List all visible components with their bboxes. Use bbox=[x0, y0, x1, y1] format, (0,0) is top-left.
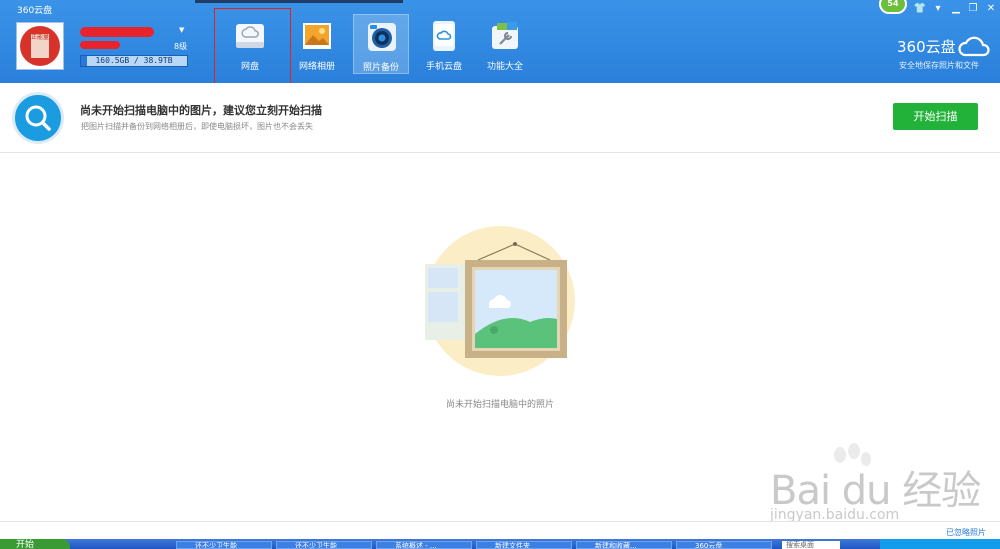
empty-photo-illustration bbox=[425, 226, 575, 376]
taskbar-task[interactable]: 还不少卫生能 bbox=[276, 541, 372, 549]
ignored-photos-link[interactable]: 已忽略照片 bbox=[946, 527, 986, 538]
caret-icon[interactable]: ▾ bbox=[931, 3, 945, 14]
nav-label: 功能大全 bbox=[486, 62, 523, 72]
brand-name: 360云盘 bbox=[897, 38, 956, 56]
taskbar-task[interactable]: 还不少卫生能 bbox=[176, 541, 272, 549]
annotation-highlight-box bbox=[214, 8, 291, 90]
nav-photo-backup[interactable]: 照片备份 bbox=[353, 14, 409, 74]
username-redacted[interactable] bbox=[80, 27, 154, 37]
start-scan-button[interactable]: 开始扫描 bbox=[893, 103, 978, 130]
storage-text: 160.5GB / 38.9TB bbox=[95, 56, 173, 65]
header: 360云盘 正能量 ▼ 8级 160.5GB / 38.9TB 网盘 网络相册 … bbox=[0, 0, 1000, 90]
search-icon bbox=[12, 92, 64, 144]
app-title: 360云盘 bbox=[17, 6, 53, 16]
title-strip bbox=[195, 0, 403, 3]
desktop-search-input[interactable]: 搜索桌面 bbox=[782, 541, 840, 549]
system-tray bbox=[880, 539, 1000, 549]
brand-tagline: 安全地保存照片和文件 bbox=[899, 61, 979, 70]
brand-cloud-icon bbox=[958, 36, 990, 57]
taskbar-task[interactable]: 新建和收藏... bbox=[576, 541, 672, 549]
restore-icon[interactable]: ❐ bbox=[966, 3, 980, 14]
nav-label: 网络相册 bbox=[298, 62, 335, 72]
scan-prompt-bar: 尚未开始扫描电脑中的图片，建议您立刻开始扫描 把图片扫描并备份到网络相册后，即使… bbox=[0, 83, 1000, 153]
empty-state-text: 尚未开始扫描电脑中的照片 bbox=[445, 400, 554, 410]
level-label: 8级 bbox=[174, 42, 188, 51]
toolbox-icon bbox=[492, 22, 518, 49]
user-dropdown-icon[interactable]: ▼ bbox=[179, 26, 184, 34]
photo-album-icon bbox=[303, 23, 331, 49]
camera-icon bbox=[368, 23, 396, 51]
nav-label: 照片备份 bbox=[362, 63, 399, 73]
scan-prompt-title: 尚未开始扫描电脑中的图片，建议您立刻开始扫描 bbox=[80, 104, 322, 117]
seal-image: 正能量 bbox=[20, 26, 60, 66]
avatar[interactable]: 正能量 bbox=[16, 22, 64, 70]
nav-photo-album[interactable]: 网络相册 bbox=[289, 14, 345, 74]
nav-phone-cloud[interactable]: 手机云盘 bbox=[416, 14, 472, 74]
start-button[interactable]: 开始 bbox=[0, 539, 70, 549]
app-window: 360云盘 正能量 ▼ 8级 160.5GB / 38.9TB 网盘 网络相册 … bbox=[0, 0, 1000, 549]
taskbar-task[interactable]: 360云盘 bbox=[676, 541, 772, 549]
taskbar-task[interactable]: 系统概述 - ... bbox=[376, 541, 472, 549]
phone-cloud-icon bbox=[433, 21, 455, 51]
minimize-icon[interactable]: ▁ bbox=[949, 3, 963, 14]
nav-label: 手机云盘 bbox=[425, 62, 462, 72]
username-redacted-2 bbox=[80, 41, 120, 49]
close-icon[interactable]: ✕ bbox=[984, 3, 998, 14]
footer-bar: 已忽略照片 bbox=[0, 521, 1000, 539]
nav-toolbox[interactable]: 功能大全 bbox=[477, 14, 533, 74]
taskbar-task[interactable]: 新建文件夹 bbox=[476, 541, 572, 549]
storage-bar: 160.5GB / 38.9TB bbox=[80, 55, 188, 67]
scan-prompt-subtitle: 把图片扫描并备份到网络相册后，即使电脑损坏，图片也不会丢失 bbox=[81, 122, 313, 131]
shirt-icon[interactable]: 👕 bbox=[913, 3, 927, 14]
notification-badge[interactable]: 54 bbox=[879, 0, 907, 14]
